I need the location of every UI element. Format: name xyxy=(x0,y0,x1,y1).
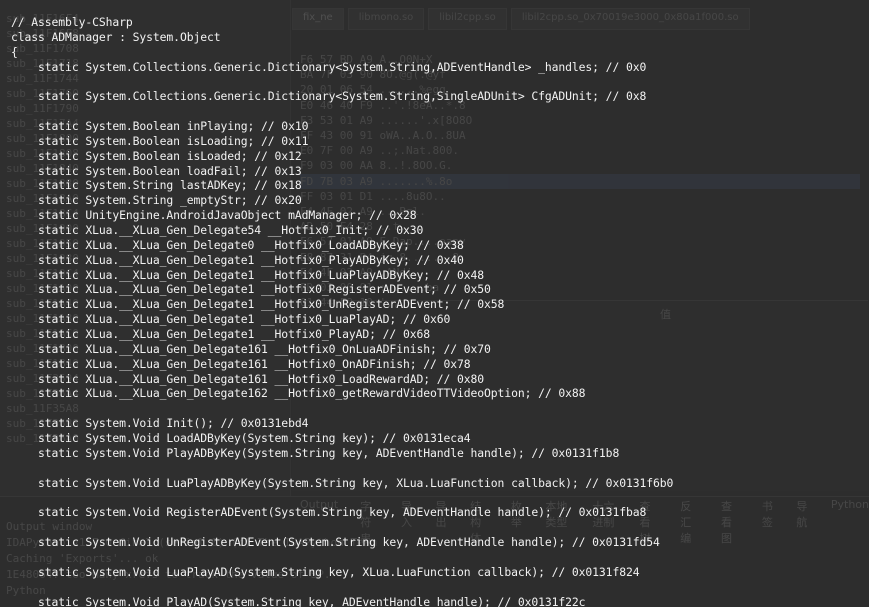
code-line: static XLua.__XLua_Gen_Delegate161 __Hot… xyxy=(11,371,485,386)
code-line: static XLua.__XLua_Gen_Delegate161 __Hot… xyxy=(11,356,471,371)
code-line: static XLua.__XLua_Gen_Delegate162 __Hot… xyxy=(11,386,586,401)
code-line: static XLua.__XLua_Gen_Delegate1 __Hotfi… xyxy=(11,267,485,282)
code-line: static System.Void PlayAD(System.String … xyxy=(11,594,586,607)
code-line: static System.Void UnRegisterADEvent(Sys… xyxy=(11,535,660,550)
code-line: // Assembly-CSharp xyxy=(11,15,133,29)
code-line: static System.Collections.Generic.Dictio… xyxy=(11,89,647,104)
code-line: static XLua.__XLua_Gen_Delegate1 __Hotfi… xyxy=(11,297,505,312)
code-line: static System.String lastADKey; // 0x18 xyxy=(11,178,302,193)
code-line: static XLua.__XLua_Gen_Delegate161 __Hot… xyxy=(11,341,491,356)
code-line: static System.Collections.Generic.Dictio… xyxy=(11,59,647,74)
code-line: static System.Boolean isLoading; // 0x11 xyxy=(11,133,309,148)
code-line: static System.String _emptyStr; // 0x20 xyxy=(11,193,302,208)
code-line: static XLua.__XLua_Gen_Delegate1 __Hotfi… xyxy=(11,282,491,297)
code-line: static XLua.__XLua_Gen_Delegate54 __Hotf… xyxy=(11,223,424,238)
code-line: static System.Void LoadADByKey(System.St… xyxy=(11,431,471,446)
code-line: static System.Boolean inPlaying; // 0x10 xyxy=(11,119,309,134)
code-line: static XLua.__XLua_Gen_Delegate1 __Hotfi… xyxy=(11,327,430,342)
code-line: static System.Void LuaPlayADByKey(System… xyxy=(11,475,674,490)
code-line: { xyxy=(11,44,18,59)
screenshot: fix_ne libmono.so libil2cpp.so libil2cpp.so… xyxy=(0,0,869,607)
class-dump-text: // Assembly-CSharp class ADManager : Syst… xyxy=(11,15,861,607)
code-line: static XLua.__XLua_Gen_Delegate1 __Hotfi… xyxy=(11,252,464,267)
code-line: class ADManager : System.Object xyxy=(11,29,221,44)
code-line: static XLua.__XLua_Gen_Delegate1 __Hotfi… xyxy=(11,312,451,327)
code-line: static System.Void PlayADByKey(System.St… xyxy=(11,445,620,460)
code-line: static System.Void LuaPlayAD(System.Stri… xyxy=(11,564,640,579)
code-line: static System.Void RegisterADEvent(Syste… xyxy=(11,505,647,520)
code-line: static UnityEngine.AndroidJavaObject mAd… xyxy=(11,208,417,223)
code-line: static XLua.__XLua_Gen_Delegate0 __Hotfi… xyxy=(11,237,464,252)
code-line: static System.Void Init(); // 0x0131ebd4 xyxy=(11,416,309,431)
code-line: static System.Boolean isLoaded; // 0x12 xyxy=(11,148,302,163)
code-line: static System.Boolean loadFail; // 0x13 xyxy=(11,163,302,178)
